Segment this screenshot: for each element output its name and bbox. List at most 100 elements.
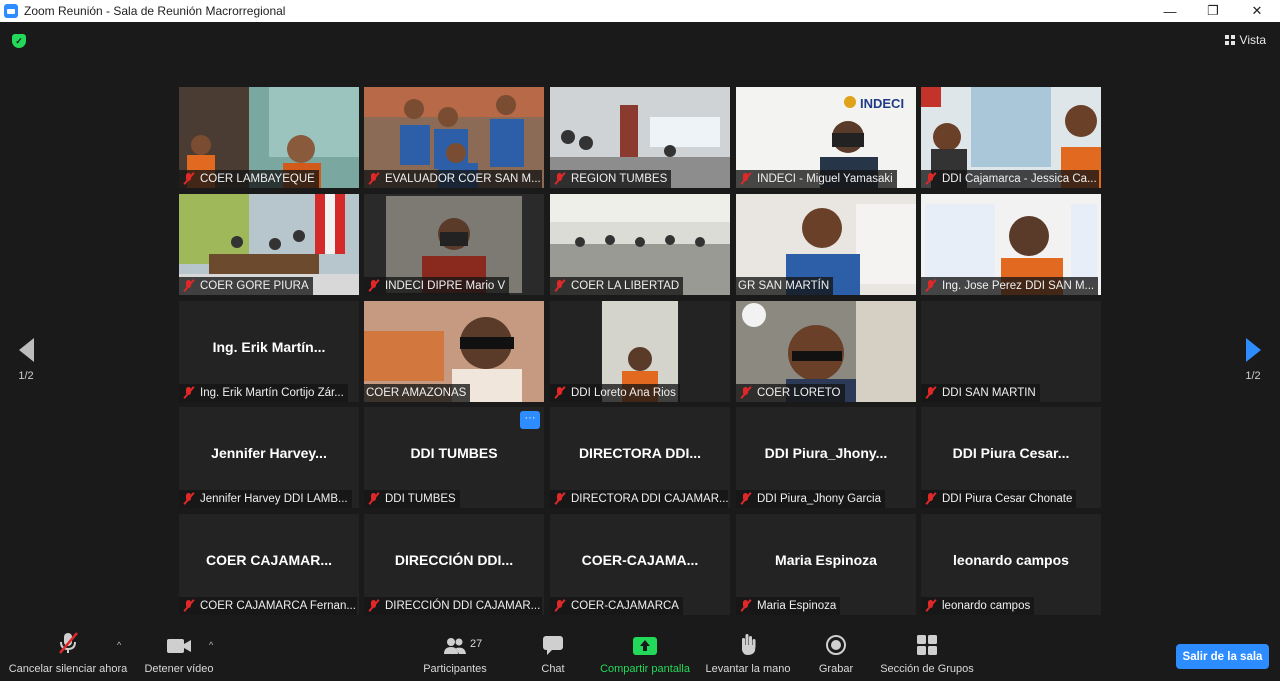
participant-display-name: DDI Piura_Jhony...: [764, 445, 888, 461]
chat-button[interactable]: Chat: [530, 631, 576, 681]
participant-display-name: DDI TUMBES: [410, 445, 498, 461]
record-button[interactable]: Grabar: [814, 631, 858, 681]
participant-name-label: DDI Loreto Ana Rios: [550, 384, 680, 402]
participant-name-label: COER LAMBAYEQUE: [179, 170, 319, 188]
participant-tile[interactable]: COER-CAJAMA... COER-CAJAMARCA: [550, 514, 730, 615]
participant-name-label: DDI Piura Cesar Chonate: [921, 490, 1077, 508]
video-options-caret[interactable]: ^: [209, 640, 213, 650]
muted-mic-icon: [923, 279, 939, 293]
participant-display-name: Maria Espinoza: [775, 552, 877, 568]
meeting-toolbar: Cancelar silenciar ahora ^ Detener vídeo…: [0, 631, 1280, 681]
participant-tile[interactable]: Maria Espinoza Maria Espinoza: [736, 514, 916, 615]
muted-mic-icon: [181, 492, 197, 506]
muted-mic-icon: [738, 172, 754, 186]
meeting-stage: ✓ Vista 1/2 1/2 COER LAMBAYEQUE EVALUADO…: [0, 22, 1280, 631]
muted-mic-icon: [552, 492, 568, 506]
encryption-shield-icon[interactable]: ✓: [12, 34, 26, 48]
participant-tile[interactable]: DDI Piura Cesar... DDI Piura Cesar Chona…: [921, 407, 1101, 508]
participant-tile[interactable]: COER CAJAMAR... COER CAJAMARCA Fernan...: [179, 514, 359, 615]
participant-name-label: COER CAJAMARCA Fernan...: [179, 597, 357, 615]
participant-name-label: GR SAN MARTÍN: [736, 277, 834, 295]
page-indicator-left: 1/2: [18, 370, 34, 382]
audio-options-caret[interactable]: ^: [117, 640, 121, 650]
participant-tile[interactable]: COER LORETO: [736, 301, 916, 402]
record-icon: [814, 631, 858, 657]
view-button[interactable]: Vista: [1224, 33, 1266, 47]
muted-mic-icon: [552, 172, 568, 186]
window-titlebar: Zoom Reunión - Sala de Reunión Macrorreg…: [0, 0, 1280, 22]
participant-tile[interactable]: DDI Cajamarca - Jessica Ca...: [921, 87, 1101, 188]
participant-tile[interactable]: COER LA LIBERTAD: [550, 194, 730, 295]
participant-tile[interactable]: DDI Piura_Jhony... DDI Piura_Jhony Garci…: [736, 407, 916, 508]
participant-tile[interactable]: Ing. Jose Perez DDI SAN M...: [921, 194, 1101, 295]
muted-mic-icon: [552, 386, 568, 400]
participant-display-name: DDI Piura Cesar...: [952, 445, 1070, 461]
participant-name-label: Ing. Jose Perez DDI SAN M...: [921, 277, 1099, 295]
breakout-rooms-icon: [878, 631, 976, 657]
unmute-button[interactable]: Cancelar silenciar ahora: [6, 631, 130, 681]
participants-count: 27: [470, 638, 483, 650]
participant-name-label: COER-CAJAMARCA: [550, 597, 683, 615]
stop-video-button[interactable]: Detener vídeo: [140, 631, 218, 681]
participant-tile[interactable]: leonardo campos leonardo campos: [921, 514, 1101, 615]
muted-mic-icon: [366, 172, 382, 186]
arrow-left-icon: [18, 338, 34, 362]
breakout-rooms-button[interactable]: Sección de Grupos: [878, 631, 976, 681]
participant-tile[interactable]: EVALUADOR COER SAN M...: [364, 87, 544, 188]
participant-tile[interactable]: GR SAN MARTÍN: [736, 194, 916, 295]
participant-tile[interactable]: ··· DDI TUMBES DDI TUMBES: [364, 407, 544, 508]
muted-mic-icon: [181, 599, 197, 613]
participant-display-name: DIRECCIÓN DDI...: [394, 552, 514, 568]
participant-display-name: Ing. Erik Martín...: [212, 339, 326, 355]
participant-name-label: DDI TUMBES: [364, 490, 460, 508]
participant-name-label: DDI Cajamarca - Jessica Ca...: [921, 170, 1099, 188]
close-button[interactable]: ✕: [1234, 0, 1280, 22]
participant-name-label: DIRECCIÓN DDI CAJAMAR...: [364, 597, 542, 615]
participant-tile[interactable]: Ing. Erik Martín... Ing. Erik Martín Cor…: [179, 301, 359, 402]
grid-view-icon: [1224, 35, 1235, 45]
participants-button[interactable]: 27 Participantes: [418, 631, 492, 681]
muted-mic-icon: [181, 386, 197, 400]
minimize-button[interactable]: —: [1147, 0, 1193, 22]
participant-tile[interactable]: DIRECTORA DDI... DIRECTORA DDI CAJAMAR..…: [550, 407, 730, 508]
participant-display-name: Jennifer Harvey...: [211, 445, 327, 461]
participant-tile[interactable]: REGION TUMBES: [550, 87, 730, 188]
participant-tile[interactable]: COER GORE PIURA: [179, 194, 359, 295]
participant-tile[interactable]: COER LAMBAYEQUE: [179, 87, 359, 188]
muted-mic-icon: [923, 172, 939, 186]
participant-name-label: DIRECTORA DDI CAJAMAR...: [550, 490, 728, 508]
raise-hand-button[interactable]: Levantar la mano: [704, 631, 792, 681]
previous-page-button[interactable]: 1/2: [11, 338, 41, 382]
participant-name-label: COER LA LIBERTAD: [550, 277, 684, 295]
participant-tile[interactable]: DDI Loreto Ana Rios: [550, 301, 730, 402]
page-indicator-right: 1/2: [1245, 370, 1261, 382]
muted-mic-icon: [923, 386, 939, 400]
participant-name-label: leonardo campos: [921, 597, 1035, 615]
participant-tile[interactable]: INDECI INDECI - Miguel Yamasaki: [736, 87, 916, 188]
participant-tile[interactable]: Jennifer Harvey... Jennifer Harvey DDI L…: [179, 407, 359, 508]
muted-mic-icon: [923, 492, 939, 506]
arrow-right-icon: [1245, 338, 1261, 362]
participant-tile[interactable]: COER AMAZONAS: [364, 301, 544, 402]
muted-mic-icon: [738, 386, 754, 400]
participant-tile[interactable]: DIRECCIÓN DDI... DIRECCIÓN DDI CAJAMAR..…: [364, 514, 544, 615]
muted-mic-icon: [366, 492, 382, 506]
participant-display-name: leonardo campos: [953, 552, 1069, 568]
muted-mic-icon: [181, 279, 197, 293]
share-screen-button[interactable]: Compartir pantalla: [596, 631, 694, 681]
muted-mic-icon: [366, 599, 382, 613]
svg-text:INDECI: INDECI: [860, 96, 904, 111]
next-page-button[interactable]: 1/2: [1238, 338, 1268, 382]
muted-mic-icon: [366, 279, 382, 293]
leave-meeting-button[interactable]: Salir de la sala: [1176, 644, 1269, 669]
maximize-button[interactable]: ❐: [1190, 0, 1236, 22]
muted-mic-icon: [738, 492, 754, 506]
participant-tile[interactable]: DDI SAN MARTIN: [921, 301, 1101, 402]
tile-more-options-button[interactable]: ···: [520, 411, 540, 429]
view-label: Vista: [1239, 33, 1266, 47]
participant-name-label: REGION TUMBES: [550, 170, 672, 188]
participant-tile-active-speaker[interactable]: INDECI DIPRE Mario V: [364, 194, 544, 295]
muted-mic-icon: [738, 599, 754, 613]
chat-bubble-icon: [530, 631, 576, 657]
participant-name-label: Jennifer Harvey DDI LAMB...: [179, 490, 352, 508]
